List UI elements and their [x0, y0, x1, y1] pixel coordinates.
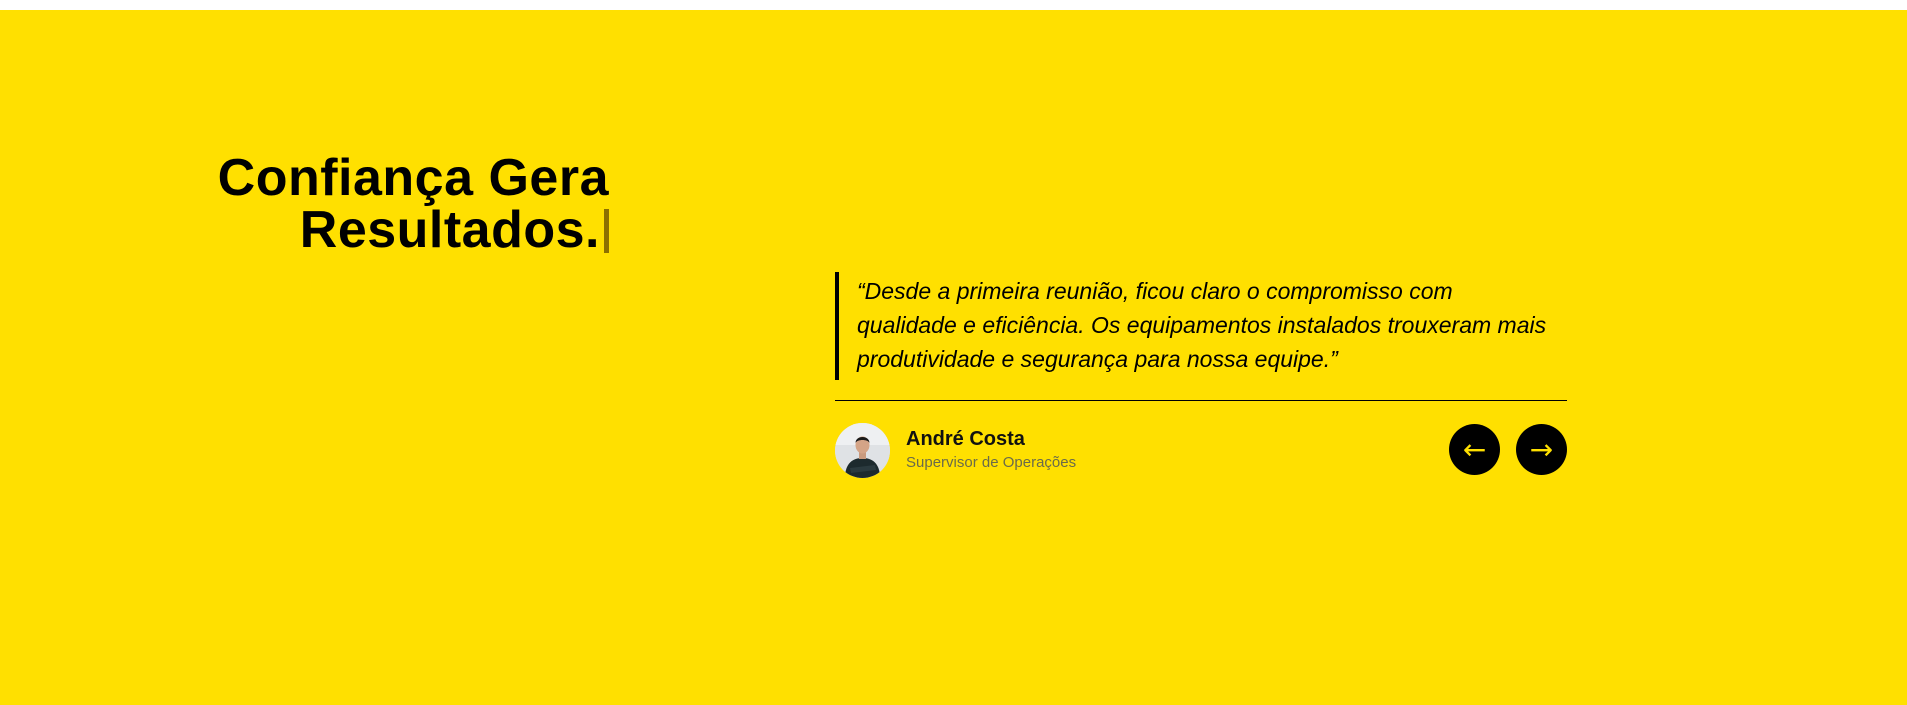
heading-line-1: Confiança Gera — [217, 149, 609, 207]
arrow-right-icon: → — [1529, 432, 1554, 466]
heading-line-2-text: Resultados. — [299, 201, 600, 259]
arrow-left-icon: ← — [1462, 432, 1487, 466]
testimonial-author: André Costa Supervisor de Operações — [835, 422, 1076, 478]
heading-line-2: Resultados. — [218, 204, 609, 256]
testimonial-divider — [835, 400, 1567, 401]
section-heading: Confiança Gera Resultados. — [218, 152, 609, 256]
testimonial-quote-block: “Desde a primeira reunião, ficou claro o… — [835, 272, 1569, 380]
author-avatar — [835, 422, 890, 478]
author-name: André Costa — [906, 428, 1025, 450]
person-photo-icon — [835, 422, 890, 478]
next-testimonial-button[interactable]: → — [1516, 424, 1567, 475]
author-role: Supervisor de Operações — [906, 454, 1077, 471]
testimonial-quote: “Desde a primeira reunião, ficou claro o… — [835, 272, 1557, 380]
typing-caret — [604, 209, 609, 253]
previous-testimonial-button[interactable]: ← — [1449, 424, 1500, 475]
author-text: André Costa Supervisor de Operações — [906, 427, 1076, 473]
